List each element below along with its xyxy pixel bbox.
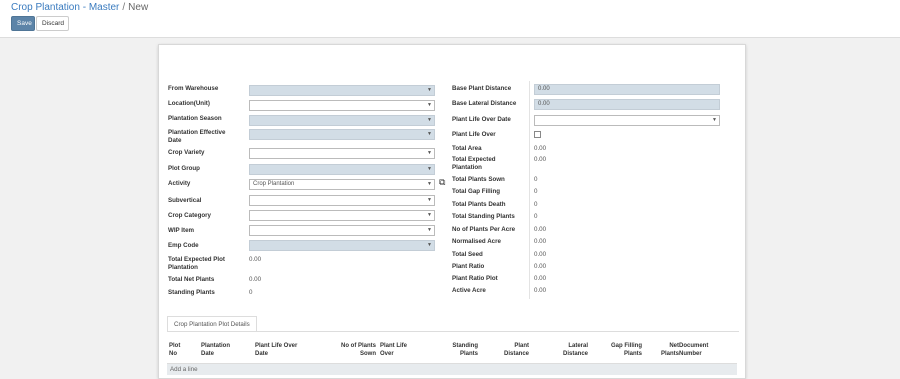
crop-category-field[interactable]: ▼ bbox=[249, 210, 435, 221]
caret-down-icon: ▼ bbox=[427, 102, 432, 108]
column-header-plantation-date[interactable]: Plantation Date bbox=[201, 342, 237, 358]
plant-ratio-value: 0.00 bbox=[534, 263, 547, 270]
caret-down-icon: ▼ bbox=[427, 117, 432, 123]
label-plant-life-over: Plant Life Over bbox=[452, 131, 496, 138]
column-header-no-of-plants-sown[interactable]: No of Plants Sown bbox=[334, 342, 376, 358]
label-normalised-acre: Normalised Acre bbox=[452, 238, 501, 245]
label-standing-plants: Standing Plants bbox=[168, 289, 215, 296]
base-plant-distance-field[interactable]: 0.00 bbox=[534, 84, 720, 95]
normalised-acre-value: 0.00 bbox=[534, 238, 547, 245]
no-of-plants-per-acre-value: 0.00 bbox=[534, 226, 547, 233]
column-header-plot-no[interactable]: Plot No bbox=[169, 342, 181, 358]
column-header-net-plants[interactable]: Net Plants bbox=[655, 342, 679, 358]
activity-field[interactable]: Crop Plantation ▼ bbox=[249, 179, 435, 190]
total-area-value: 0.00 bbox=[534, 145, 547, 152]
column-divider bbox=[529, 81, 530, 299]
column-header-document-number[interactable]: Document Number bbox=[679, 342, 717, 358]
discard-button[interactable]: Discard bbox=[36, 16, 69, 31]
subvertical-field[interactable]: ▼ bbox=[249, 195, 435, 206]
breadcrumb-root[interactable]: Crop Plantation - Master bbox=[11, 2, 119, 13]
label-total-seed: Total Seed bbox=[452, 251, 483, 258]
add-line-link[interactable]: Add a line bbox=[170, 366, 198, 373]
label-plant-ratio: Plant Ratio bbox=[452, 263, 485, 270]
label-total-expected-plot-plantation: Total Expected Plot Plantation bbox=[168, 256, 225, 271]
form-sheet: From Warehouse ▼ Location(Unit) ▼ Planta… bbox=[158, 44, 746, 379]
column-header-gap-filling-plants[interactable]: Gap Filling Plants bbox=[604, 342, 642, 358]
add-line-row: Add a line bbox=[167, 363, 737, 375]
save-button[interactable]: Save bbox=[11, 16, 35, 31]
label-total-plants-death: Total Plants Death bbox=[452, 201, 506, 208]
total-plants-death-value: 0 bbox=[534, 201, 538, 208]
wip-item-field[interactable]: ▼ bbox=[249, 225, 435, 236]
caret-down-icon: ▼ bbox=[427, 131, 432, 137]
plant-ratio-plot-value: 0.00 bbox=[534, 275, 547, 282]
column-header-plant-life-over-date[interactable]: Plant Life Over Date bbox=[255, 342, 305, 358]
tab-underline bbox=[167, 331, 739, 332]
caret-down-icon: ▼ bbox=[427, 212, 432, 218]
from-warehouse-field[interactable]: ▼ bbox=[249, 85, 435, 96]
caret-down-icon: ▼ bbox=[427, 227, 432, 233]
location-unit-field[interactable]: ▼ bbox=[249, 100, 435, 111]
label-subvertical: Subvertical bbox=[168, 197, 202, 204]
control-panel: Crop Plantation - Master / New Save Discar… bbox=[0, 0, 900, 38]
breadcrumb-separator: / bbox=[122, 2, 126, 13]
column-header-plant-distance[interactable]: Plant Distance bbox=[495, 342, 529, 358]
external-link-icon[interactable]: ⧉ bbox=[439, 177, 445, 188]
plant-life-over-checkbox[interactable] bbox=[534, 131, 541, 138]
label-total-area: Total Area bbox=[452, 145, 482, 152]
label-emp-code: Emp Code bbox=[168, 242, 199, 249]
caret-down-icon: ▼ bbox=[712, 117, 717, 123]
caret-down-icon: ▼ bbox=[427, 150, 432, 156]
standing-plants-value: 0 bbox=[249, 289, 253, 296]
tab-crop-plantation-plot-details[interactable]: Crop Plantation Plot Details bbox=[167, 316, 257, 332]
label-base-lateral-distance: Base Lateral Distance bbox=[452, 100, 517, 107]
label-activity: Activity bbox=[168, 180, 191, 187]
label-from-warehouse: From Warehouse bbox=[168, 85, 219, 92]
breadcrumb: Crop Plantation - Master / New bbox=[11, 2, 148, 13]
plantation-effective-date-field[interactable]: ▼ bbox=[249, 129, 435, 140]
total-seed-value: 0.00 bbox=[534, 251, 547, 258]
label-plantation-effective-date: Plantation Effective Date bbox=[168, 129, 226, 144]
total-expected-plot-plantation-value: 0.00 bbox=[249, 256, 262, 263]
breadcrumb-current: New bbox=[128, 2, 149, 13]
column-header-standing-plants[interactable]: Standing Plants bbox=[444, 342, 478, 358]
label-total-plants-sown: Total Plants Sown bbox=[452, 176, 505, 183]
caret-down-icon: ▼ bbox=[427, 181, 432, 187]
label-location-unit: Location(Unit) bbox=[168, 100, 210, 107]
label-crop-variety: Crop Variety bbox=[168, 149, 205, 156]
caret-down-icon: ▼ bbox=[427, 166, 432, 172]
label-total-gap-filling: Total Gap Filling bbox=[452, 188, 501, 195]
active-acre-value: 0.00 bbox=[534, 287, 547, 294]
label-total-expected-plantation: Total Expected Plantation bbox=[452, 156, 496, 171]
total-gap-filling-value: 0 bbox=[534, 188, 538, 195]
caret-down-icon: ▼ bbox=[427, 87, 432, 93]
base-lateral-distance-field[interactable]: 0.00 bbox=[534, 99, 720, 110]
label-wip-item: WIP Item bbox=[168, 227, 195, 234]
label-crop-category: Crop Category bbox=[168, 212, 211, 219]
total-net-plants-value: 0.00 bbox=[249, 276, 262, 283]
label-no-of-plants-per-acre: No of Plants Per Acre bbox=[452, 226, 516, 233]
total-expected-plantation-value: 0.00 bbox=[534, 156, 547, 163]
label-active-acre: Active Acre bbox=[452, 287, 486, 294]
label-total-standing-plants: Total Standing Plants bbox=[452, 213, 515, 220]
caret-down-icon: ▼ bbox=[427, 197, 432, 203]
column-header-lateral-distance[interactable]: Lateral Distance bbox=[554, 342, 588, 358]
label-plant-ratio-plot: Plant Ratio Plot bbox=[452, 275, 498, 282]
caret-down-icon: ▼ bbox=[427, 242, 432, 248]
label-total-net-plants: Total Net Plants bbox=[168, 276, 215, 283]
plant-life-over-date-field[interactable]: ▼ bbox=[534, 115, 720, 126]
column-header-plant-life-over[interactable]: Plant Life Over bbox=[380, 342, 410, 358]
total-plants-sown-value: 0 bbox=[534, 176, 538, 183]
total-standing-plants-value: 0 bbox=[534, 213, 538, 220]
label-base-plant-distance: Base Plant Distance bbox=[452, 85, 512, 92]
label-plot-group: Plot Group bbox=[168, 165, 200, 172]
label-plant-life-over-date: Plant Life Over Date bbox=[452, 116, 511, 123]
label-plantation-season: Plantation Season bbox=[168, 115, 222, 122]
crop-variety-field[interactable]: ▼ bbox=[249, 148, 435, 159]
plantation-season-field[interactable]: ▼ bbox=[249, 115, 435, 126]
plot-group-field[interactable]: ▼ bbox=[249, 164, 435, 175]
emp-code-field[interactable]: ▼ bbox=[249, 240, 435, 251]
